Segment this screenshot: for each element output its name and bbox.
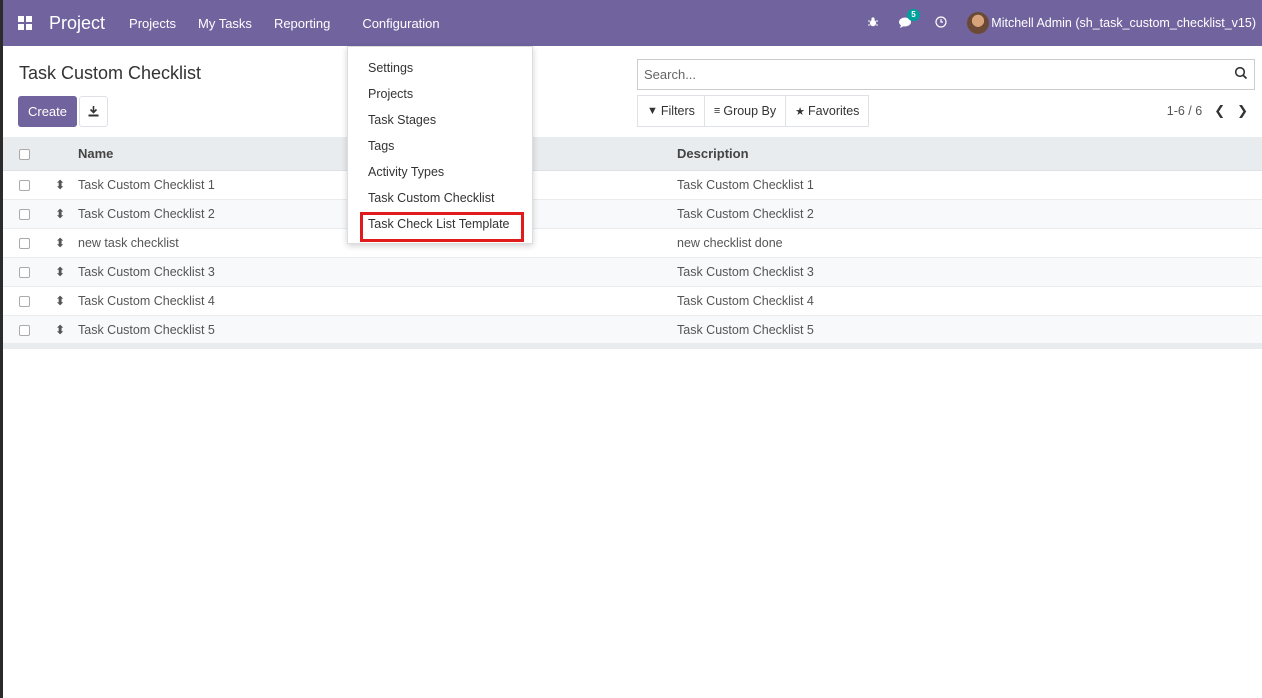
page-title: Task Custom Checklist [19, 63, 202, 83]
menu-configuration[interactable]: Configuration [362, 16, 439, 31]
activity-clock-icon[interactable] [935, 15, 947, 31]
configuration-dropdown: Settings Projects Task Stages Tags Activ… [347, 46, 533, 244]
dropdown-item-task-stages[interactable]: Task Stages [368, 113, 436, 127]
row-description: new checklist done [672, 228, 1262, 258]
messages-badge: 5 [907, 8, 920, 21]
messages-icon[interactable]: 5 [899, 8, 920, 31]
pager: 1-6 / 6 ❮ ❯ [1167, 103, 1248, 119]
row-description: Task Custom Checklist 5 [672, 315, 1262, 345]
table-row[interactable]: ⬍ Task Custom Checklist 2 Task Custom Ch… [3, 199, 1262, 229]
dropdown-item-tags[interactable]: Tags [368, 139, 394, 153]
table-row[interactable]: ⬍ new task checklist new checklist done [3, 228, 1262, 258]
drag-handle-icon[interactable]: ⬍ [43, 286, 75, 316]
menu-my-tasks[interactable]: My Tasks [198, 16, 252, 31]
star-icon: ★ [795, 105, 806, 118]
row-name: Task Custom Checklist 5 [75, 315, 672, 345]
list-table: Name Description ⬍ Task Custom Checklist… [3, 137, 1262, 345]
create-button[interactable]: Create [18, 96, 77, 127]
row-description: Task Custom Checklist 2 [672, 199, 1262, 229]
user-menu[interactable]: Mitchell Admin (sh_task_custom_checklist… [991, 16, 1256, 30]
favorites-button[interactable]: ★ Favorites [786, 96, 868, 126]
drag-handle-icon[interactable]: ⬍ [43, 315, 75, 345]
top-navbar: Project Projects My Tasks Reporting Conf… [0, 0, 1262, 46]
dropdown-item-projects[interactable]: Projects [368, 87, 413, 101]
row-checkbox[interactable] [19, 179, 30, 191]
row-description: Task Custom Checklist 1 [672, 170, 1262, 200]
apps-menu-icon[interactable] [18, 16, 32, 30]
select-all-checkbox[interactable] [19, 148, 30, 160]
drag-handle-icon[interactable]: ⬍ [43, 199, 75, 229]
row-name: Task Custom Checklist 3 [75, 257, 672, 287]
pager-previous-icon[interactable]: ❮ [1214, 103, 1225, 119]
drag-handle-icon[interactable]: ⬍ [43, 170, 75, 200]
row-description: Task Custom Checklist 3 [672, 257, 1262, 287]
export-button[interactable] [79, 96, 108, 127]
drag-handle-icon[interactable]: ⬍ [43, 257, 75, 287]
filters-button[interactable]: ▼ Filters [638, 96, 705, 126]
menu-projects[interactable]: Projects [129, 16, 176, 31]
list-icon: ≡ [713, 105, 721, 117]
filter-icon: ▼ [647, 105, 658, 117]
search-icon[interactable] [1234, 66, 1248, 80]
app-brand[interactable]: Project [49, 13, 105, 34]
dropdown-item-task-custom-checklist[interactable]: Task Custom Checklist [368, 191, 494, 205]
table-header-row: Name Description [3, 137, 1262, 171]
dropdown-item-activity-types[interactable]: Activity Types [368, 165, 444, 179]
download-icon [88, 106, 99, 117]
row-name: Task Custom Checklist 4 [75, 286, 672, 316]
pager-next-icon[interactable]: ❯ [1237, 103, 1248, 119]
search-input[interactable] [638, 60, 1228, 89]
row-checkbox[interactable] [19, 266, 30, 278]
table-row[interactable]: ⬍ Task Custom Checklist 1 Task Custom Ch… [3, 170, 1262, 200]
column-header-description[interactable]: Description [672, 137, 1262, 171]
table-row[interactable]: ⬍ Task Custom Checklist 3 Task Custom Ch… [3, 257, 1262, 287]
group-by-button[interactable]: ≡ Group By [705, 96, 787, 126]
search-bar [637, 59, 1255, 90]
user-avatar[interactable] [967, 12, 990, 34]
window-frame-edge [0, 0, 3, 698]
row-checkbox[interactable] [19, 324, 30, 336]
table-row[interactable]: ⬍ Task Custom Checklist 5 Task Custom Ch… [3, 315, 1262, 345]
row-description: Task Custom Checklist 4 [672, 286, 1262, 316]
search-options: ▼ Filters ≡ Group By ★ Favorites [637, 95, 870, 127]
dropdown-item-task-check-list-template[interactable]: Task Check List Template [368, 217, 510, 231]
row-checkbox[interactable] [19, 295, 30, 307]
table-row[interactable]: ⬍ Task Custom Checklist 4 Task Custom Ch… [3, 286, 1262, 316]
dropdown-item-settings[interactable]: Settings [368, 61, 413, 75]
menu-reporting[interactable]: Reporting [274, 16, 330, 31]
pager-value[interactable]: 1-6 / 6 [1167, 104, 1202, 118]
table-footer [3, 343, 1262, 349]
row-checkbox[interactable] [19, 237, 30, 249]
debug-bug-icon[interactable] [867, 16, 879, 31]
row-checkbox[interactable] [19, 208, 30, 220]
drag-handle-icon[interactable]: ⬍ [43, 228, 75, 258]
